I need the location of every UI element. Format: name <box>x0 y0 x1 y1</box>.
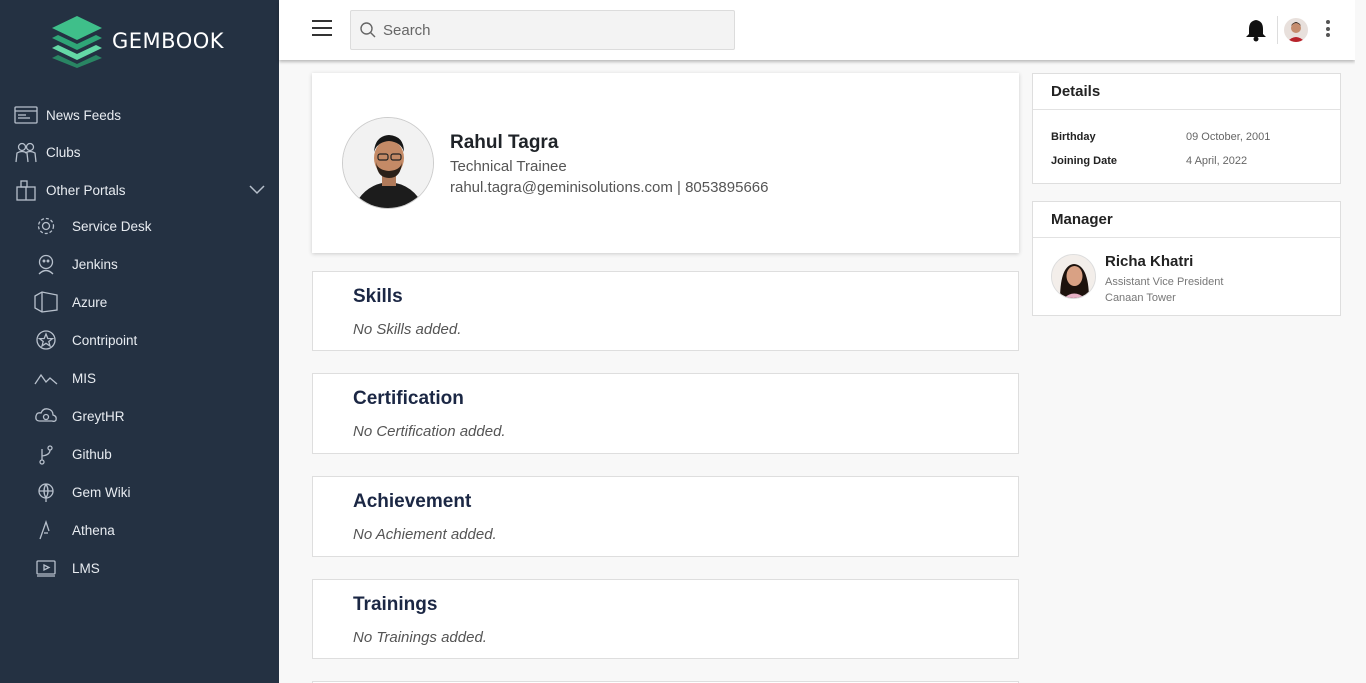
detail-value: 09 October, 2001 <box>1186 131 1271 143</box>
sidebar-item-label: Azure <box>72 294 108 310</box>
details-card: Details Birthday 09 October, 2001 Joining… <box>1032 73 1341 184</box>
manager-header: Manager <box>1033 202 1340 238</box>
section-empty-text: No Skills added. <box>353 321 462 338</box>
search-input[interactable] <box>383 21 723 39</box>
portals-icon <box>14 179 38 201</box>
brand-logo[interactable]: GEMBOOK <box>50 14 224 68</box>
sidebar-item-lms[interactable]: LMS <box>34 557 100 579</box>
sidebar-item-label: Github <box>72 446 112 462</box>
section-title: Trainings <box>353 594 438 615</box>
detail-label: Birthday <box>1051 131 1096 143</box>
star-badge-icon <box>34 329 58 351</box>
azure-icon <box>34 291 58 313</box>
divider <box>1277 16 1278 44</box>
certification-card: Certification No Certification added. <box>312 373 1019 454</box>
section-empty-text: No Trainings added. <box>353 629 487 646</box>
topbar <box>279 0 1355 60</box>
sidebar-item-label: Contripoint <box>72 332 138 348</box>
section-title: Certification <box>353 388 464 409</box>
profile-role: Technical Trainee <box>450 158 567 175</box>
section-empty-text: No Certification added. <box>353 423 506 440</box>
sidebar-item-label: News Feeds <box>46 107 122 123</box>
sidebar-item-mis[interactable]: MIS <box>34 367 96 389</box>
globe-icon <box>34 481 58 503</box>
sidebar-item-clubs[interactable]: Clubs <box>14 141 81 163</box>
news-feed-icon <box>14 104 38 126</box>
birthday-row: Birthday 09 October, 2001 <box>1051 131 1270 143</box>
sidebar-item-greythr[interactable]: GreytHR <box>34 405 125 427</box>
search-icon <box>360 22 376 38</box>
sidebar-item-azure[interactable]: Azure <box>34 291 107 313</box>
sidebar-item-other-portals[interactable]: Other Portals <box>14 179 126 201</box>
manager-location: Canaan Tower <box>1105 292 1176 304</box>
detail-label: Joining Date <box>1051 155 1118 167</box>
section-title: Skills <box>353 286 403 307</box>
sidebar-item-service-desk[interactable]: Service Desk <box>34 215 152 237</box>
profile-card: Rahul Tagra Technical Trainee rahul.tagr… <box>312 73 1019 253</box>
mountain-icon <box>34 367 58 389</box>
video-icon <box>34 557 58 579</box>
sidebar-item-label: GreytHR <box>72 408 125 424</box>
jenkins-icon <box>34 253 58 275</box>
search-bar[interactable] <box>350 10 735 50</box>
sidebar-item-label: MIS <box>72 370 97 386</box>
joining-date-row: Joining Date 4 April, 2022 <box>1051 155 1247 167</box>
profile-contact: rahul.tagra@geminisolutions.com | 805389… <box>450 179 769 196</box>
clubs-icon <box>14 141 38 163</box>
gear-icon <box>34 215 58 237</box>
sidebar-item-news-feeds[interactable]: News Feeds <box>14 104 121 126</box>
branch-icon <box>34 443 58 465</box>
sidebar-item-label: LMS <box>72 560 100 576</box>
achievement-card: Achievement No Achiement added. <box>312 476 1019 557</box>
sidebar-item-github[interactable]: Github <box>34 443 112 465</box>
chevron-down-icon[interactable] <box>249 185 265 195</box>
triangle-icon <box>34 519 58 541</box>
section-title: Achievement <box>353 491 472 512</box>
user-avatar[interactable] <box>1284 18 1308 42</box>
sidebar: GEMBOOK News Feeds Clubs Other Portals S… <box>0 0 279 683</box>
sidebar-item-label: Athena <box>72 522 115 538</box>
sidebar-item-label: Other Portals <box>46 182 126 198</box>
section-empty-text: No Achiement added. <box>353 526 497 543</box>
sidebar-item-label: Gem Wiki <box>72 484 131 500</box>
detail-value: 4 April, 2022 <box>1186 155 1248 167</box>
manager-avatar[interactable] <box>1051 254 1096 299</box>
menu-icon[interactable] <box>312 20 332 36</box>
manager-title: Assistant Vice President <box>1105 276 1224 288</box>
sidebar-item-gem-wiki[interactable]: Gem Wiki <box>34 481 131 503</box>
sidebar-item-jenkins[interactable]: Jenkins <box>34 253 118 275</box>
scrollbar-track[interactable] <box>1355 0 1366 683</box>
sidebar-item-label: Service Desk <box>72 218 152 234</box>
gembook-logo-icon <box>52 16 102 68</box>
sidebar-item-athena[interactable]: Athena <box>34 519 115 541</box>
details-header: Details <box>1033 74 1340 110</box>
skills-card: Skills No Skills added. <box>312 271 1019 351</box>
sidebar-item-contripoint[interactable]: Contripoint <box>34 329 137 351</box>
brand-name: GEMBOOK <box>112 29 225 53</box>
sidebar-item-label: Clubs <box>46 144 81 160</box>
cloud-icon <box>34 405 58 427</box>
more-options-icon[interactable] <box>1324 20 1332 40</box>
manager-card: Manager Richa Khatri Assistant Vice Pres… <box>1032 201 1341 316</box>
profile-photo <box>342 117 434 209</box>
manager-name[interactable]: Richa Khatri <box>1105 253 1193 270</box>
trainings-card: Trainings No Trainings added. <box>312 579 1019 659</box>
sidebar-item-label: Jenkins <box>72 256 118 272</box>
profile-name: Rahul Tagra <box>450 132 559 153</box>
bell-icon[interactable] <box>1245 18 1267 42</box>
